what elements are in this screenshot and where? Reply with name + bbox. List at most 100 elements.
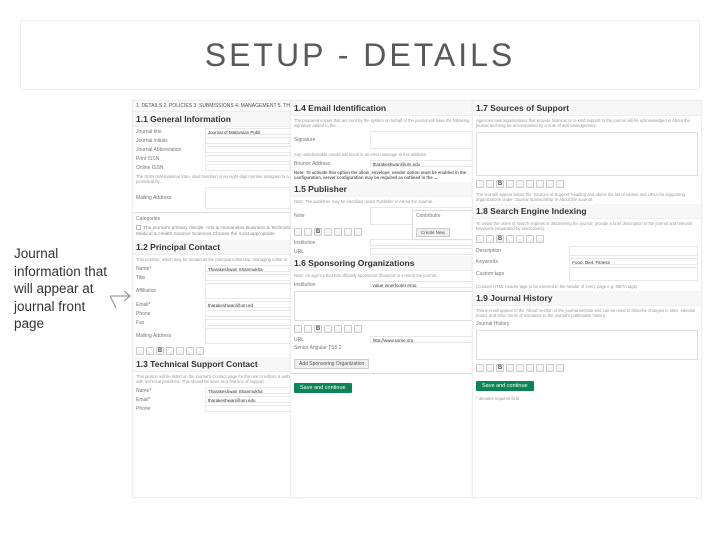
input-custom-tags[interactable] [569,267,698,281]
input-sponsor-inst[interactable]: value innerfooter ergo [370,281,474,288]
input-tsc-name[interactable]: Tharakeshwari Shanmukha [205,387,300,394]
editor-toolbar[interactable]: B [133,345,303,357]
toolbar-icon[interactable] [516,180,524,188]
toolbar-icon[interactable] [146,347,154,355]
toolbar-icon[interactable] [344,228,352,236]
toolbar-icon[interactable] [556,180,564,188]
input-institution[interactable] [370,239,474,246]
input-tsc-email[interactable]: tharakeshwari@um.edu [205,396,300,403]
row-tsc-phone: Phone [133,404,303,413]
toolbar-icon[interactable] [526,180,534,188]
row-online-issn: Online ISSN [133,163,303,172]
toolbar-icon[interactable] [324,228,332,236]
input-online-issn[interactable] [205,164,300,171]
screenshot-collage: 1. DETAILS 2. POLICIES 3. SUBMISSIONS 4.… [132,100,700,510]
custom-tags-label: Custom tags [476,271,569,277]
tabs-row[interactable]: 1. DETAILS 2. POLICIES 3. SUBMISSIONS 4.… [133,101,303,112]
input-tsc-phone[interactable] [205,405,300,412]
input-pc-addr[interactable] [205,328,300,344]
input-sponsor-url[interactable]: http://www.some.org [370,336,474,343]
input-journal-initials[interactable] [205,137,300,144]
journal-history-label: Journal History [476,321,569,327]
toolbar-icon[interactable] [536,180,544,188]
input-signature[interactable] [370,131,474,149]
bold-icon[interactable]: B [496,180,504,188]
input-print-issn[interactable] [205,155,300,162]
institution-label: Institution [294,240,370,246]
bold-icon[interactable]: B [496,235,504,243]
toolbar-icon[interactable] [536,235,544,243]
toolbar-icon[interactable] [516,235,524,243]
italic-icon[interactable] [166,347,174,355]
activate-note: Note: To activate this option the allow_… [291,168,477,182]
toolbar-icon[interactable] [536,364,544,372]
journal-history-textarea[interactable] [476,330,698,360]
toolbar-icon[interactable] [506,235,514,243]
toolbar-icon[interactable] [344,325,352,333]
toolbar-icon[interactable] [354,228,362,236]
bold-icon[interactable]: B [314,228,322,236]
input-pc-title[interactable] [205,274,300,281]
bold-icon[interactable]: B [496,364,504,372]
editor-toolbar[interactable]: B [473,178,701,190]
input-pub-url[interactable] [370,248,474,255]
toolbar-icon[interactable] [186,347,194,355]
input-pc-phone[interactable] [205,310,300,317]
note-textarea[interactable] [294,291,474,321]
save-continue-button[interactable]: Save and continue [294,383,352,393]
toolbar-icon[interactable] [334,228,342,236]
toolbar-icon[interactable] [324,325,332,333]
toolbar-icon[interactable] [294,325,302,333]
row-pc-title: Title [133,273,303,282]
toolbar-icon[interactable] [526,235,534,243]
toolbar-icon[interactable] [516,364,524,372]
toolbar-icon[interactable] [354,325,362,333]
bounce-label: Bounce Address [294,161,370,167]
input-keywords[interactable]: Food, Diet, Fitness [569,258,698,265]
toolbar-icon[interactable] [556,364,564,372]
toolbar-icon[interactable] [526,364,534,372]
input-pc-email[interactable]: tharakeshwari@um.ed [205,301,300,308]
toolbar-icon[interactable] [136,347,144,355]
checkbox-icon[interactable] [136,225,141,230]
input-se-description[interactable] [569,246,698,256]
toolbar-icon[interactable] [294,228,302,236]
desc-1-9: This text will appear in the 'About' sec… [473,306,701,320]
toolbar-icon[interactable] [476,364,484,372]
toolbar-icon[interactable] [334,325,342,333]
toolbar-icon[interactable] [486,180,494,188]
input-pc-name[interactable]: Tharakeshwari Shanmukha [205,265,300,272]
input-mailing-address[interactable] [205,187,300,209]
note-textarea-17[interactable] [476,132,698,176]
add-sponsor-button[interactable]: Add Sponsoring Organization [294,359,369,369]
input-bounce[interactable]: tharakeshwari@um.edu [370,160,474,167]
categories-list[interactable]: The journal's primary discipli- Arts & H… [133,223,303,240]
heading-1-7: 1.7 Sources of Support [473,101,701,116]
bold-icon[interactable]: B [314,325,322,333]
editor-toolbar[interactable]: B [473,233,701,245]
toolbar-icon[interactable] [304,325,312,333]
input-pc-affiliation[interactable] [205,283,300,299]
toolbar-icon[interactable] [196,347,204,355]
toolbar-icon[interactable] [476,235,484,243]
row-pc-name: Name*Tharakeshwari Shanmukha [133,264,303,273]
toolbar-icon[interactable] [476,180,484,188]
input-pc-fax[interactable] [205,319,300,326]
create-new-button[interactable]: Create New [416,228,450,237]
toolbar-icon[interactable] [486,235,494,243]
heading-1-2: 1.2 Principal Contact [133,240,303,255]
required-note: * denotes required field [473,394,701,403]
save-continue-button[interactable]: Save and continue [476,381,534,391]
toolbar-icon[interactable] [304,228,312,236]
toolbar-icon[interactable] [486,364,494,372]
toolbar-icon[interactable] [506,364,514,372]
toolbar-icon[interactable] [546,180,554,188]
input-journal-abbrev[interactable] [205,146,300,153]
bold-icon[interactable]: B [156,347,164,355]
toolbar-icon[interactable] [176,347,184,355]
italic-icon[interactable] [506,180,514,188]
editor-toolbar[interactable]: B [473,362,701,374]
input-journal-title[interactable]: Journal of Malaysian Publi [205,128,300,135]
toolbar-icon[interactable] [546,364,554,372]
editor-toolbar[interactable]: B [291,323,477,335]
